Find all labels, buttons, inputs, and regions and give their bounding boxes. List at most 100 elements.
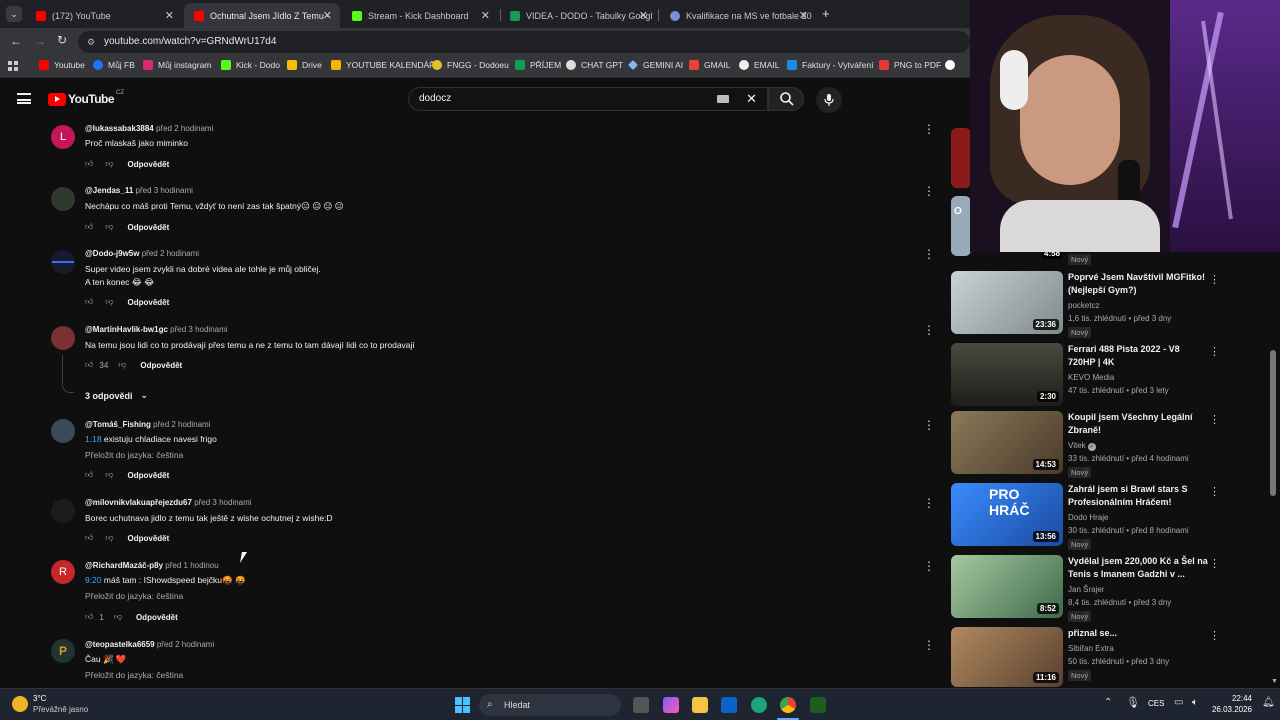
more-actions-icon[interactable]: ⋮ [1209, 413, 1220, 426]
forward-icon[interactable]: → [34, 34, 46, 48]
clock-time[interactable]: 22:44 [1230, 694, 1252, 703]
search-input[interactable]: dodocz ✕ [408, 87, 768, 111]
bookmark-prijem[interactable]: PŘÍJEM [515, 60, 561, 70]
weather-icon[interactable] [12, 696, 28, 712]
tab-kvalifikace[interactable]: Kvalifikace na MS ve fotbale 20 ✕ [660, 3, 816, 28]
bookmark-email[interactable]: EMAIL [739, 60, 780, 70]
avatar[interactable] [51, 187, 75, 211]
tab-close-icon[interactable]: ✕ [639, 9, 648, 22]
more-actions-icon[interactable]: ⋮ [1209, 485, 1220, 498]
video-thumbnail[interactable]: 11:16 [951, 627, 1063, 687]
bookmark-more[interactable] [945, 60, 960, 70]
tab-search-button[interactable]: ⌄ [6, 6, 22, 22]
dislike-icon[interactable]: 👎︎ [105, 533, 113, 543]
tab-close-icon[interactable]: ✕ [481, 9, 490, 22]
video-thumbnail[interactable]: PRO HRÁČ 13:56 [951, 483, 1063, 546]
tab-kick-dashboard[interactable]: Stream - Kick Dashboard ✕ [342, 3, 498, 28]
video-title[interactable]: Zahrál jsem si Brawl stars S Profesionál… [1068, 483, 1208, 509]
video-thumbnail[interactable]: 14:53 [951, 411, 1063, 474]
clear-search-icon[interactable]: ✕ [746, 88, 757, 110]
page-scrollbar-thumb[interactable] [1270, 350, 1276, 496]
reply-button[interactable]: Odpovědět [136, 613, 178, 622]
like-icon[interactable]: 👍︎ [85, 159, 93, 169]
reply-button[interactable]: Odpovědět [128, 160, 170, 169]
address-bar[interactable]: ⚙ youtube.com/watch?v=GRNdWrU17d4 [78, 31, 970, 53]
like-icon[interactable]: 👍︎ [85, 470, 93, 480]
avatar[interactable] [51, 326, 75, 350]
avatar[interactable] [51, 250, 75, 274]
video-title[interactable]: přiznal se... [1068, 627, 1208, 640]
copilot-icon[interactable] [663, 697, 679, 713]
related-video[interactable]: 2:30 Ferrari 488 Pista 2022 - V8 720HP |… [951, 343, 1231, 407]
channel-name[interactable]: Jan Šrajer [1068, 585, 1104, 594]
volume-icon[interactable]: 🔈︎ [1192, 697, 1198, 708]
related-video[interactable]: 23:36 Poprvé Jsem Navštívil MGFitko! (Ne… [951, 271, 1231, 338]
related-video[interactable]: PRO HRÁČ 13:56 Zahrál jsem si Brawl stars… [951, 483, 1231, 550]
more-actions-icon[interactable]: ⋮ [923, 323, 935, 337]
translate-link[interactable]: Přeložit do jazyka: čeština [85, 450, 183, 460]
scroll-down-icon[interactable]: ▼ [1271, 678, 1278, 685]
back-icon[interactable]: ← [10, 34, 22, 48]
related-video[interactable]: 8:52 Vydělal jsem 220,000 Kč a Šel na Te… [951, 555, 1231, 622]
voice-search-button[interactable] [816, 87, 842, 113]
more-actions-icon[interactable]: ⋮ [923, 247, 935, 261]
reply-button[interactable]: Odpovědět [140, 361, 182, 370]
keyboard-icon[interactable] [717, 95, 729, 103]
channel-name[interactable]: pocketcz [1068, 301, 1100, 310]
reply-button[interactable]: Odpovědět [128, 534, 170, 543]
taskbar-search[interactable]: ⌕ Hledat [479, 694, 621, 716]
dislike-icon[interactable]: 👎︎ [105, 159, 113, 169]
video-thumbnail[interactable]: O [951, 196, 971, 256]
avatar[interactable]: P [51, 639, 75, 663]
video-title[interactable]: Ferrari 488 Pista 2022 - V8 720HP | 4K [1068, 343, 1208, 369]
more-actions-icon[interactable]: ⋮ [923, 184, 935, 198]
view-replies-button[interactable]: 3 odpovědi ⌄ [85, 390, 148, 401]
translate-link[interactable]: Přeložit do jazyka: čeština [85, 670, 183, 680]
related-video[interactable]: 14:53 Koupil jsem Všechny Legální Zbraně… [951, 411, 1231, 478]
dislike-icon[interactable]: 👎︎ [114, 612, 122, 622]
network-icon[interactable]: ▭ [1174, 697, 1183, 708]
like-icon[interactable]: 👍︎ [85, 222, 93, 232]
tab-close-icon[interactable]: ✕ [165, 9, 174, 22]
more-actions-icon[interactable]: ⋮ [923, 638, 935, 652]
more-actions-icon[interactable]: ⋮ [923, 559, 935, 573]
channel-name[interactable]: Dodo Hraje [1068, 513, 1108, 522]
more-actions-icon[interactable]: ⋮ [1209, 273, 1220, 286]
bookmark-faktury[interactable]: Faktury - Vytváření [787, 60, 873, 70]
video-thumbnail[interactable]: 8:52 [951, 555, 1063, 618]
like-icon[interactable]: 👍︎ [85, 612, 93, 622]
more-actions-icon[interactable]: ⋮ [1209, 557, 1220, 570]
new-tab-button[interactable]: + [822, 6, 830, 21]
like-icon[interactable]: 👍︎ [85, 297, 93, 307]
avatar[interactable]: L [51, 125, 75, 149]
bookmark-youtube[interactable]: Youtube [39, 60, 85, 70]
bookmark-gemini[interactable]: GEMINI AI [628, 60, 683, 70]
reply-button[interactable]: Odpovědět [128, 471, 170, 480]
timestamp-link[interactable]: 9:20 [85, 575, 102, 585]
windows-start-icon[interactable] [455, 697, 471, 713]
input-language[interactable]: CES [1148, 699, 1164, 708]
avatar[interactable]: R [51, 560, 75, 584]
search-button[interactable] [768, 87, 804, 111]
file-explorer-icon[interactable] [692, 697, 708, 713]
bookmark-png-to-pdf[interactable]: PNG to PDF [879, 60, 941, 70]
task-view-icon[interactable] [633, 697, 649, 713]
reply-button[interactable]: Odpovědět [128, 223, 170, 232]
video-thumbnail[interactable]: 23:36 [951, 271, 1063, 334]
translate-link[interactable]: Přeložit do jazyka: čeština [85, 591, 183, 601]
video-title[interactable]: Vydělal jsem 220,000 Kč a Šel na Tenis s… [1068, 555, 1208, 581]
bookmark-fngg[interactable]: FNGG - Dodoeu [432, 60, 509, 70]
video-thumbnail[interactable]: 2:30 [951, 343, 1063, 406]
more-actions-icon[interactable]: ⋮ [1209, 629, 1220, 642]
like-icon[interactable]: 👍︎ [85, 360, 93, 370]
bookmark-yt-calendar[interactable]: YOUTUBE KALENDÁŘ [331, 60, 435, 70]
video-title[interactable]: Poprvé Jsem Navštívil MGFitko! (Nejlepší… [1068, 271, 1208, 297]
like-icon[interactable]: 👍︎ [85, 533, 93, 543]
timestamp-link[interactable]: 1:18 [85, 434, 102, 444]
channel-name[interactable]: KEVO Media [1068, 373, 1114, 382]
channel-name[interactable]: Vitek ✓ [1068, 441, 1096, 451]
clock-date[interactable]: 26.03.2026 [1210, 705, 1252, 714]
bookmark-instagram[interactable]: Můj instagram [143, 60, 211, 70]
bookmark-fb[interactable]: Můj FB [93, 60, 135, 70]
reload-icon[interactable]: ↻ [57, 33, 67, 47]
